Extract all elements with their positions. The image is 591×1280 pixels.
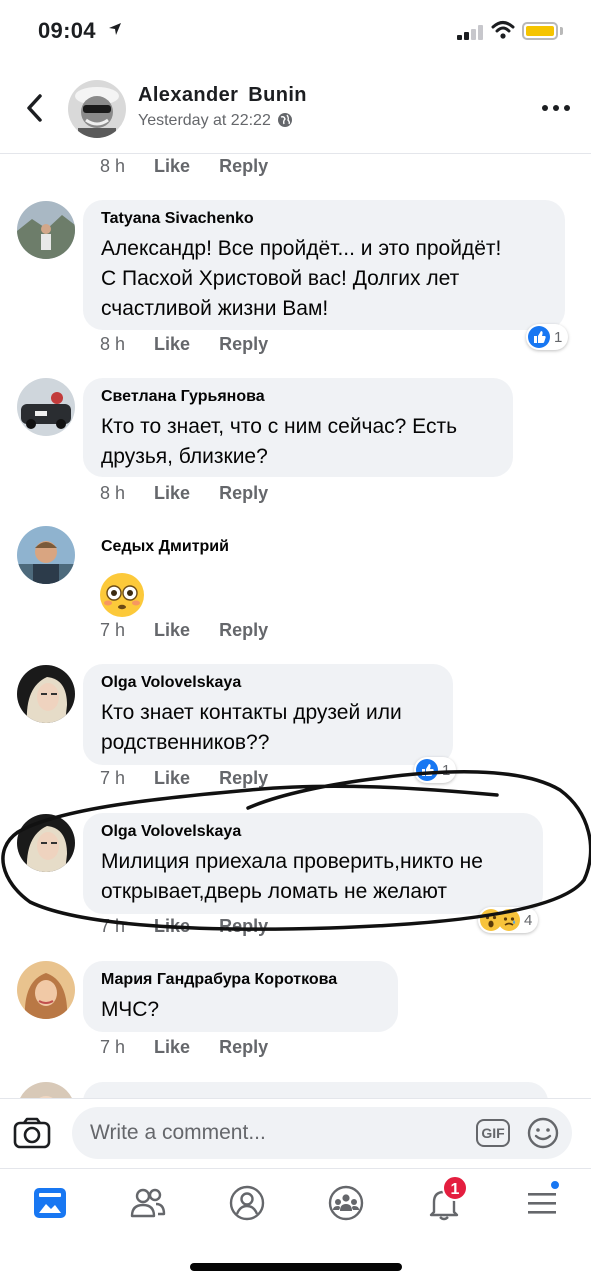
news-feed-icon[interactable] bbox=[30, 1183, 70, 1223]
comment-time: 8 h bbox=[100, 156, 126, 176]
author-avatar[interactable] bbox=[68, 80, 126, 138]
reaction-count: 4 bbox=[524, 911, 533, 929]
like-button[interactable]: Like bbox=[154, 1037, 190, 1057]
status-bar: 09:04 bbox=[0, 0, 591, 62]
wifi-icon bbox=[491, 21, 515, 39]
gif-button[interactable]: GIF bbox=[476, 1119, 510, 1147]
like-button[interactable]: Like bbox=[154, 334, 190, 354]
avatar[interactable] bbox=[17, 1082, 75, 1098]
comment-text: Кто то знает, что с ним сейчас? Есть дру… bbox=[101, 415, 458, 468]
comment-author[interactable]: Седых Дмитрий bbox=[101, 538, 229, 556]
comment-composer: GIF bbox=[0, 1098, 591, 1168]
camera-icon[interactable] bbox=[12, 1115, 52, 1151]
comment-bubble: Tatyana Sivachenko Александр! Все пройдё… bbox=[83, 200, 565, 330]
reply-button[interactable]: Reply bbox=[219, 620, 268, 640]
comment-actions: 7 h Like Reply bbox=[100, 1037, 268, 1058]
comment-input[interactable] bbox=[90, 1117, 470, 1149]
comment-time: 7 h bbox=[100, 1037, 126, 1057]
reaction-summary[interactable]: 1 bbox=[414, 757, 457, 783]
home-indicator bbox=[190, 1263, 402, 1271]
comment-time: 7 h bbox=[100, 768, 126, 788]
comments-list: 8 h Like Reply Tatyana Sivachenko Алекса… bbox=[0, 154, 591, 1098]
comment-time: 8 h bbox=[100, 334, 126, 354]
author-name[interactable]: Alexander Bunin bbox=[138, 84, 307, 107]
friends-icon[interactable] bbox=[128, 1183, 168, 1223]
comment-bubble: Olga Volovelskaya Кто знает контакты дру… bbox=[83, 664, 453, 765]
reply-button[interactable]: Reply bbox=[219, 768, 268, 788]
avatar[interactable] bbox=[17, 814, 75, 872]
comment-actions: 8 h Like Reply bbox=[100, 334, 268, 355]
battery-icon bbox=[522, 22, 558, 40]
reaction-count: 1 bbox=[554, 328, 563, 346]
reaction-count: 1 bbox=[442, 761, 451, 779]
groups-icon[interactable] bbox=[326, 1183, 366, 1223]
post-header: Alexander Bunin Yesterday at 22:22 bbox=[0, 62, 591, 154]
reply-button[interactable]: Reply bbox=[219, 483, 268, 503]
comment-text: Милиция приехала проверить,никто не откр… bbox=[101, 850, 483, 903]
status-time: 09:04 bbox=[38, 18, 96, 43]
comment-field[interactable]: GIF bbox=[72, 1107, 572, 1159]
comment-author[interactable]: Olga Volovelskaya bbox=[101, 823, 525, 841]
comment-text: МЧС? bbox=[101, 998, 160, 1021]
avatar[interactable] bbox=[17, 526, 75, 584]
comment-author[interactable]: Olga Volovelskaya bbox=[101, 674, 435, 692]
sad-reaction-icon bbox=[498, 909, 520, 931]
comment-actions: 8 h Like Reply bbox=[100, 156, 268, 177]
like-button[interactable]: Like bbox=[154, 483, 190, 503]
avatar[interactable] bbox=[17, 961, 75, 1019]
comment-bubble bbox=[83, 1082, 548, 1098]
globe-icon bbox=[277, 112, 293, 133]
comment-bubble: Светлана Гурьянова Кто то знает, что с н… bbox=[83, 378, 513, 477]
comment-author[interactable]: Светлана Гурьянова bbox=[101, 388, 495, 406]
post-timestamp: Yesterday at 22:22 bbox=[138, 112, 293, 133]
reply-button[interactable]: Reply bbox=[219, 334, 268, 354]
cellular-signal-icon bbox=[457, 24, 485, 40]
comment-text: Александр! Все пройдёт... и это пройдёт!… bbox=[101, 237, 502, 320]
emoji-icon[interactable] bbox=[527, 1117, 559, 1149]
notifications-tab[interactable]: 1 bbox=[424, 1175, 468, 1223]
comment-actions: 7 h Like Reply bbox=[100, 916, 268, 937]
menu-tab[interactable] bbox=[523, 1179, 563, 1223]
comment-actions: 7 h Like Reply bbox=[100, 768, 268, 789]
comment-text: Кто знает контакты друзей или родственни… bbox=[101, 701, 402, 754]
avatar[interactable] bbox=[17, 201, 75, 259]
post-time-text: Yesterday at 22:22 bbox=[138, 112, 271, 129]
like-reaction-icon bbox=[528, 326, 550, 348]
comment-time: 7 h bbox=[100, 916, 126, 936]
comment-actions: 8 h Like Reply bbox=[100, 483, 268, 504]
avatar[interactable] bbox=[17, 378, 75, 436]
location-arrow-icon bbox=[109, 23, 121, 35]
menu-dot-badge bbox=[549, 1179, 561, 1191]
profile-icon[interactable] bbox=[227, 1183, 267, 1223]
back-icon[interactable] bbox=[20, 90, 50, 126]
comment-author[interactable]: Мария Гандрабура Короткова bbox=[101, 971, 380, 989]
like-button[interactable]: Like bbox=[154, 916, 190, 936]
notification-badge: 1 bbox=[442, 1175, 468, 1201]
comment-author[interactable]: Tatyana Sivachenko bbox=[101, 210, 547, 228]
avatar[interactable] bbox=[17, 665, 75, 723]
comment-bubble: Olga Volovelskaya Милиция приехала прове… bbox=[83, 813, 543, 914]
comment-bubble: Мария Гандрабура Короткова МЧС? bbox=[83, 961, 398, 1032]
comment-actions: 7 h Like Reply bbox=[100, 620, 268, 641]
reply-button[interactable]: Reply bbox=[219, 916, 268, 936]
flushed-face-icon bbox=[99, 572, 145, 623]
reaction-summary[interactable]: 4 bbox=[478, 907, 539, 933]
like-button[interactable]: Like bbox=[154, 768, 190, 788]
reaction-summary[interactable]: 1 bbox=[526, 324, 569, 350]
reply-button[interactable]: Reply bbox=[219, 1037, 268, 1057]
like-reaction-icon bbox=[416, 759, 438, 781]
more-options-icon[interactable] bbox=[540, 102, 572, 114]
like-button[interactable]: Like bbox=[154, 156, 190, 176]
comment-time: 8 h bbox=[100, 483, 126, 503]
bottom-tab-bar: 1 bbox=[0, 1168, 591, 1280]
reply-button[interactable]: Reply bbox=[219, 156, 268, 176]
like-button[interactable]: Like bbox=[154, 620, 190, 640]
comment-time: 7 h bbox=[100, 620, 126, 640]
